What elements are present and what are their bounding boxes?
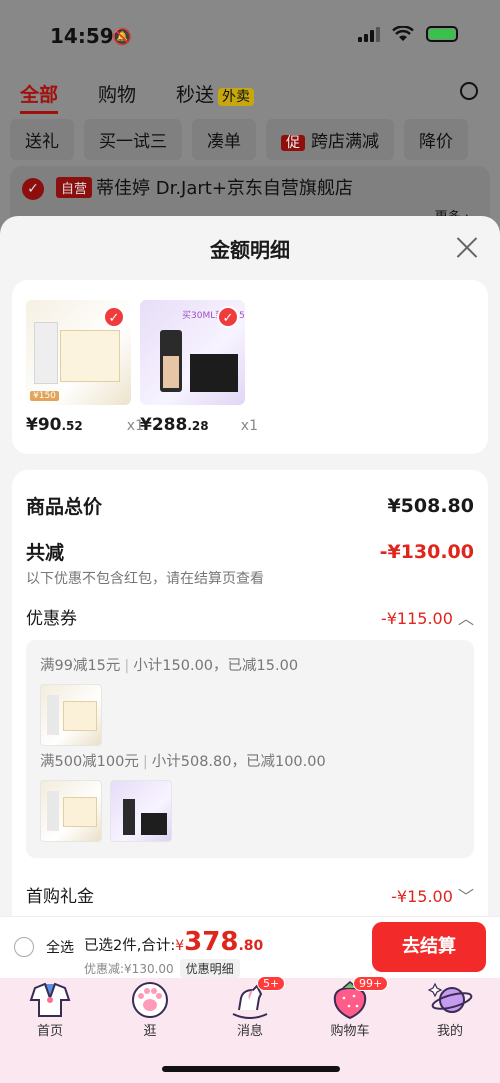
tab-shopping[interactable]: 购物 [98, 80, 136, 114]
nav-label: 首页 [36, 1024, 63, 1039]
panel-title: 金额明细 [210, 238, 290, 262]
product-item[interactable]: 买30ML到手55M ✓ ¥288.28 x1 [140, 300, 258, 435]
cart-badge: 99+ [353, 976, 389, 991]
battery-icon [426, 26, 458, 42]
coupon-value: -¥115.00 ︿ [380, 608, 474, 628]
filter-try[interactable]: 买一试三 [84, 119, 182, 160]
reduction-value: -¥130.00 [379, 540, 474, 563]
product-price: ¥288.28 [140, 415, 209, 435]
product-image: 买30ML到手55M ✓ [140, 300, 245, 405]
store-name[interactable]: 蒂佳婷 Dr.Jart+京东自营旗舰店 [96, 174, 353, 200]
chevron-down-icon: ﹀ [457, 886, 474, 906]
total-amount: 378 [184, 927, 239, 957]
store-check-icon[interactable]: ✓ [22, 178, 44, 200]
coupon-product-thumb [40, 780, 102, 842]
check-icon: ✓ [217, 306, 239, 328]
coupon-product-thumb [110, 780, 172, 842]
first-gift-label: 首购礼金 [26, 887, 94, 907]
sailor-shirt-icon [27, 980, 73, 1020]
amount-breakdown-card: 商品总价 ¥508.80 共减 -¥130.00 以下优惠不包含红包，请在结算页… [12, 470, 488, 916]
coupon-rule-line: 满99减15元 | 小计150.00，已减15.00 [40, 658, 299, 674]
select-all-radio[interactable] [14, 937, 34, 957]
home-indicator [162, 1066, 340, 1072]
close-icon[interactable] [456, 236, 478, 258]
checkout-bar: 全选 已选2件,合计:¥378.80 优惠减:¥130.00 优惠明细 去结算 [0, 916, 500, 978]
nav-label: 我的 [436, 1024, 463, 1039]
order-summary: 已选2件,合计:¥378.80 [84, 927, 264, 957]
chevron-up-icon: ︿ [457, 608, 474, 628]
filter-cross-store[interactable]: 促跨店满减 [266, 119, 394, 160]
first-gift-value: -¥15.00 ﹀ [391, 886, 474, 906]
wifi-icon [392, 26, 414, 41]
nav-home[interactable]: 首页 [15, 980, 85, 1039]
coupon-rule-line: 满500减100元 | 小计508.80，已减100.00 [40, 754, 326, 770]
nav-explore[interactable]: 逛 [115, 980, 185, 1039]
reduction-note: 以下优惠不包含红包，请在结算页查看 [26, 571, 264, 587]
filter-gift[interactable]: 送礼 [10, 119, 74, 160]
nav-label: 购物车 [330, 1024, 370, 1039]
cart-background: 全部 购物 秒送 外卖 送礼 买一试三 凑单 促跨店满减 降价 ✓ 自营 蒂佳婷 … [0, 74, 500, 236]
reduction-label: 共减 [26, 542, 65, 564]
tab-instant[interactable]: 秒送 外卖 [176, 80, 255, 114]
mute-bell-icon: 🔕 [112, 27, 132, 46]
paw-icon [127, 980, 173, 1020]
coupon-row[interactable]: 优惠券 -¥115.00 ︿ [26, 604, 474, 630]
first-gift-row[interactable]: 首购礼金 -¥15.00 ﹀ [26, 882, 474, 908]
product-item[interactable]: ¥150 ✓ ¥90.52 x1 [26, 300, 144, 435]
status-bar: 14:59 🔕 [0, 0, 500, 74]
takeout-tag: 外卖 [218, 88, 255, 106]
promo-tag: 促 [281, 135, 305, 151]
filter-chips: 送礼 买一试三 凑单 促跨店满减 降价 [10, 119, 468, 160]
nav-label: 逛 [143, 1024, 157, 1039]
filter-cross-store-label: 跨店满减 [311, 132, 379, 152]
signal-icon [358, 26, 380, 42]
coupon-details: 满99减15元 | 小计150.00，已减15.00 满500减100元 | 小计508… [26, 640, 474, 858]
reduction-row: 共减 -¥130.00 [26, 538, 474, 565]
total-value: ¥508.80 [387, 494, 474, 517]
product-price: ¥90.52 [26, 415, 83, 435]
search-icon[interactable] [460, 82, 478, 100]
planet-icon [427, 980, 473, 1020]
product-image: ¥150 ✓ [26, 300, 131, 405]
nav-cart[interactable]: 99+ 购物车 [315, 976, 389, 1039]
selected-count: 已选2件,合计: [84, 938, 176, 954]
discount-detail-button[interactable]: 优惠明细 [179, 959, 240, 978]
coupon-label: 优惠券 [26, 609, 77, 629]
total-row: 商品总价 ¥508.80 [26, 492, 474, 519]
nav-label: 消息 [236, 1024, 263, 1039]
tab-all[interactable]: 全部 [20, 80, 59, 114]
checkout-button[interactable]: 去结算 [372, 922, 486, 972]
product-qty: x1 [240, 418, 258, 434]
tab-instant-label: 秒送 [176, 84, 215, 106]
nav-messages[interactable]: 5+ 消息 [215, 976, 286, 1039]
check-icon: ✓ [103, 306, 125, 328]
strawberry-cart-icon: 99+ [327, 976, 389, 1020]
filter-bundle[interactable]: 凑单 [192, 119, 256, 160]
coupon-product-thumb [40, 684, 102, 746]
cart-tabs: 全部 购物 秒送 外卖 [20, 80, 255, 114]
selected-items-card: ¥150 ✓ ¥90.52 x1 买30ML到手55M ✓ ¥288.28 x1 [12, 280, 488, 454]
filter-price-drop[interactable]: 降价 [404, 119, 468, 160]
discount-summary: 优惠减:¥130.00 优惠明细 [84, 959, 240, 978]
self-operated-tag: 自营 [56, 177, 93, 198]
amount-detail-panel: 金额明细 ¥150 ✓ ¥90.52 x1 买30ML到手55M ✓ ¥288.… [0, 216, 500, 916]
select-all-label[interactable]: 全选 [46, 937, 74, 957]
status-time: 14:59 [50, 24, 114, 48]
status-icons [358, 26, 458, 42]
rocking-horse-icon: 5+ [227, 976, 286, 1020]
product-price-tag: ¥150 [30, 391, 59, 401]
total-label: 商品总价 [26, 496, 103, 518]
messages-badge: 5+ [257, 976, 286, 991]
nav-profile[interactable]: 我的 [415, 980, 485, 1039]
